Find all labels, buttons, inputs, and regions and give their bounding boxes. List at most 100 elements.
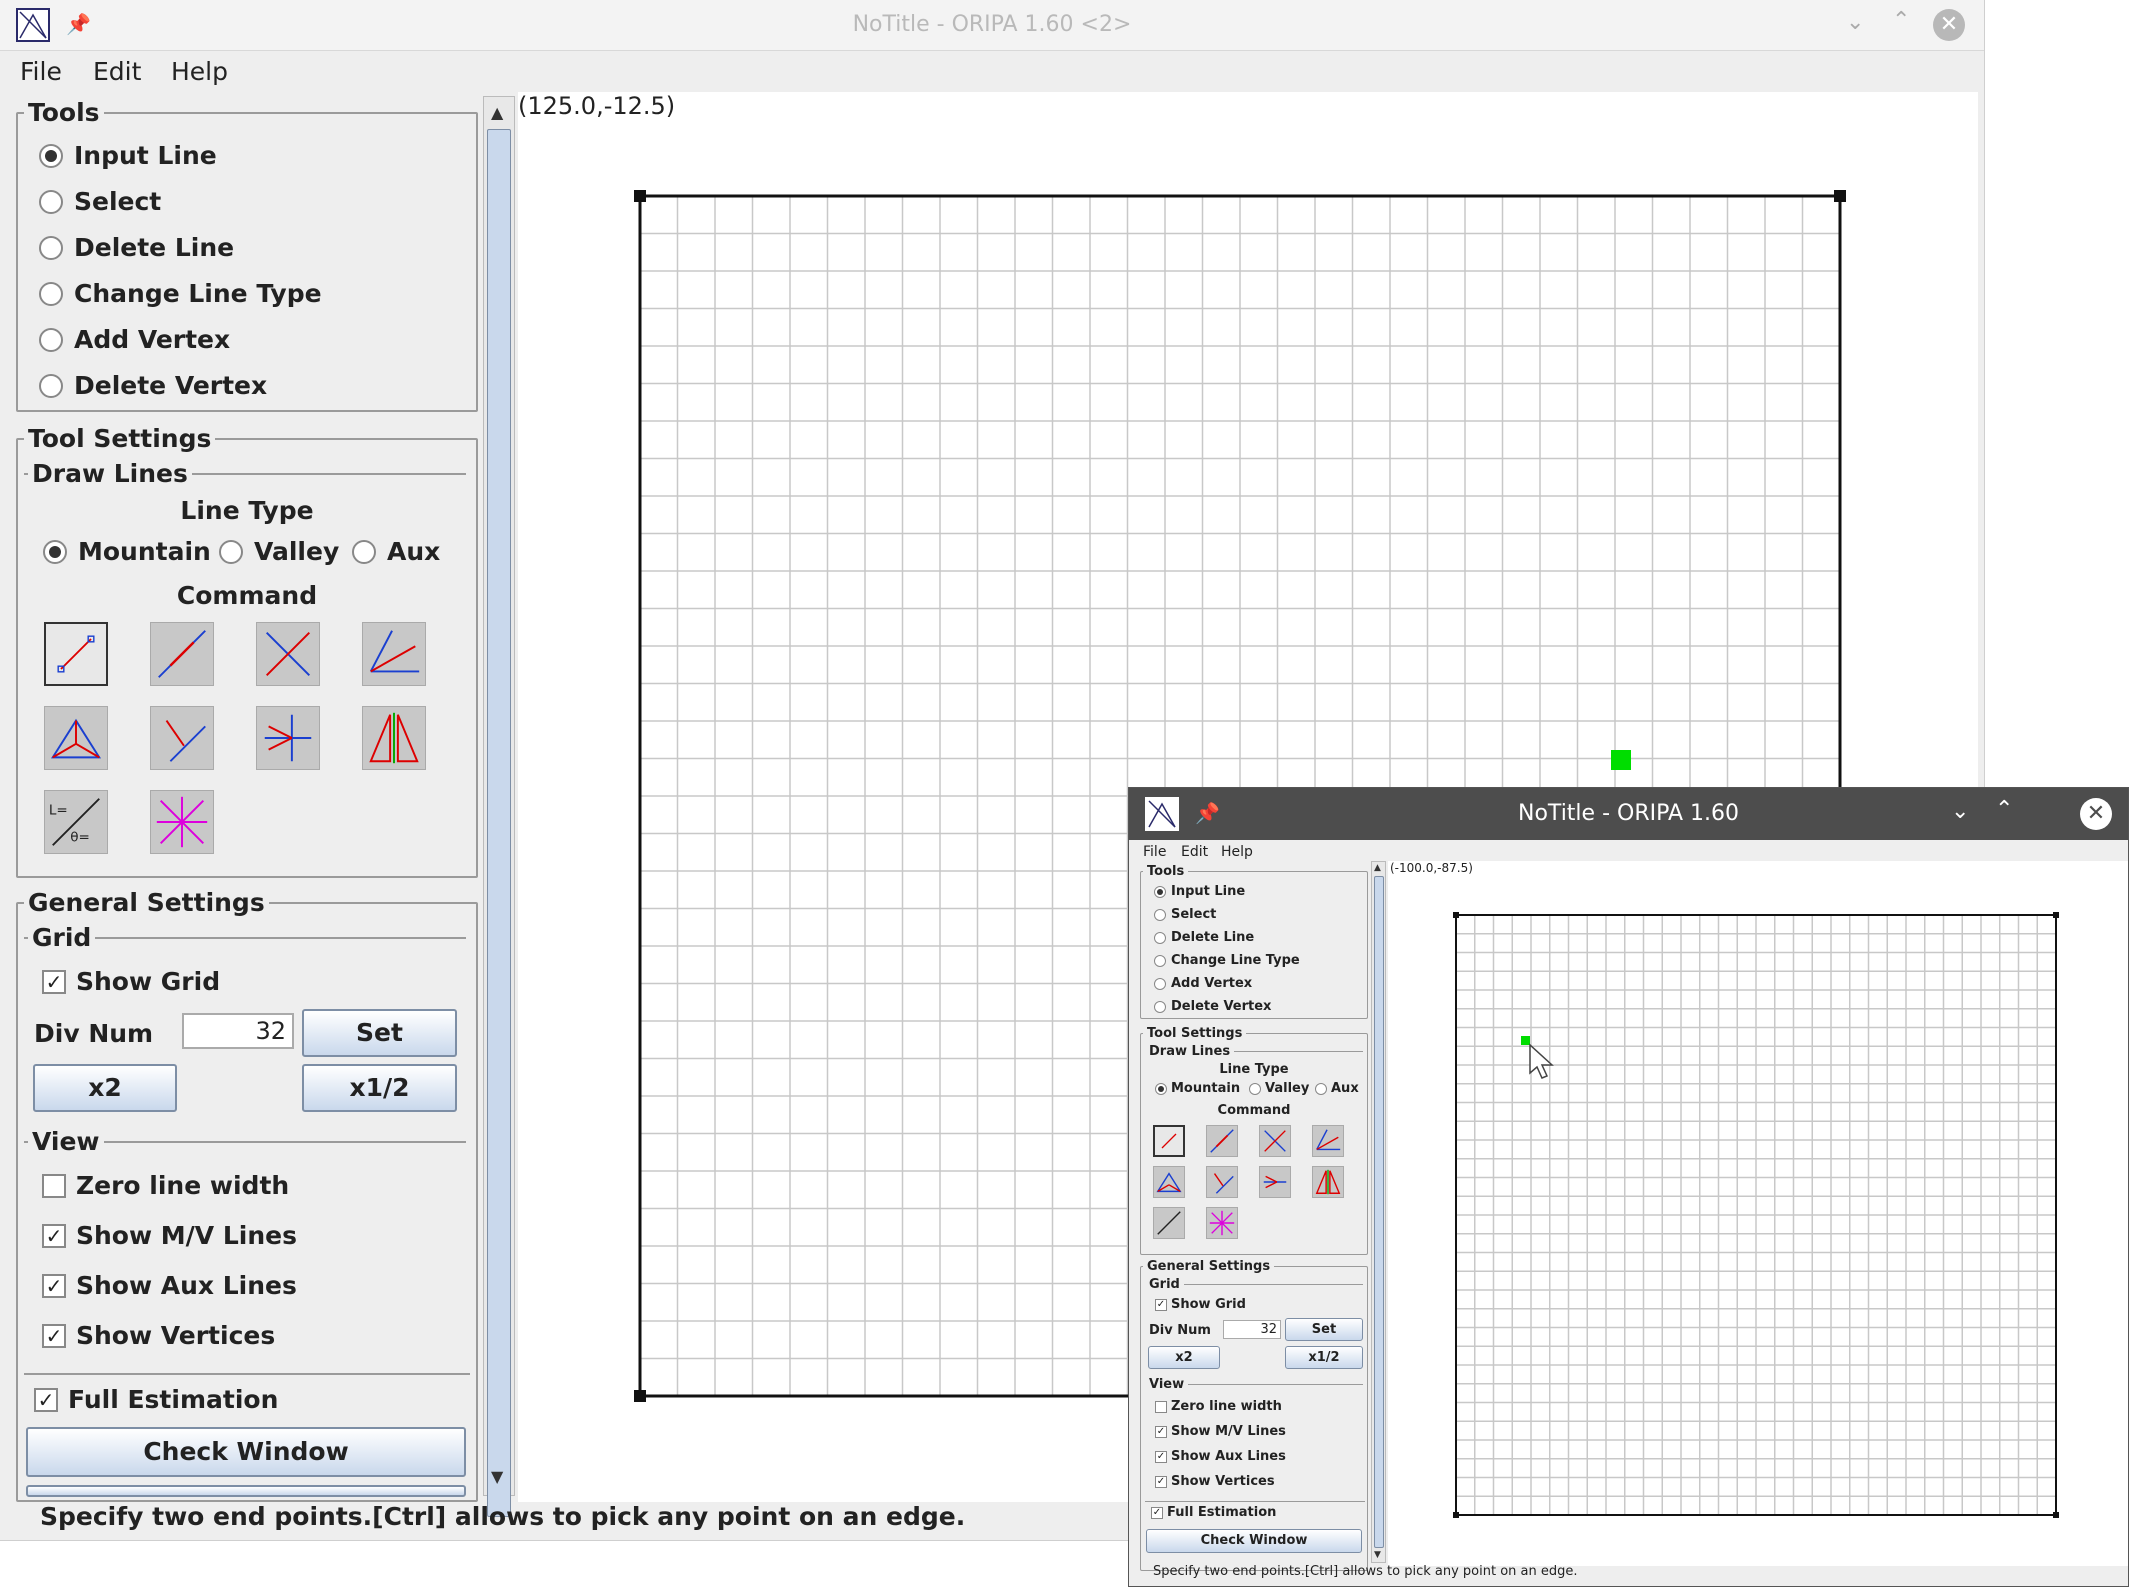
radio-delete-line[interactable]	[39, 236, 63, 260]
menu-file[interactable]: File	[20, 57, 62, 86]
radio-input-line-small[interactable]	[1154, 886, 1166, 898]
symmetric-line-button-small[interactable]	[1259, 1166, 1291, 1198]
radio-aux[interactable]	[352, 540, 376, 564]
menu-help-small[interactable]: Help	[1221, 844, 1253, 860]
show-mv-lines-checkbox-small[interactable]: ✓	[1155, 1426, 1167, 1438]
scroll-up-icon-small[interactable]: ▲	[1374, 863, 1381, 873]
x2-button[interactable]: x2	[33, 1064, 177, 1112]
length-angle-button[interactable]: L= θ=	[44, 790, 108, 854]
menu-edit-small[interactable]: Edit	[1181, 844, 1208, 860]
perpendicular-button-small[interactable]	[1206, 1166, 1238, 1198]
radio-input-line[interactable]	[39, 144, 63, 168]
full-estimation-checkbox[interactable]: ✓	[34, 1388, 58, 1412]
mirror-copy-button[interactable]	[362, 706, 426, 770]
label-mountain-small[interactable]: Mountain	[1171, 1081, 1240, 1096]
perpendicular-bisector-button-small[interactable]	[1259, 1125, 1291, 1157]
minimize-icon-small[interactable]: ⌄	[1951, 799, 1969, 824]
radio-add-vertex-small[interactable]	[1154, 978, 1166, 990]
x2-button-small[interactable]: x2	[1148, 1346, 1220, 1369]
check-window-button-small[interactable]: Check Window	[1146, 1529, 1362, 1553]
div-num-input[interactable]: 32	[182, 1013, 294, 1049]
label-mountain[interactable]: Mountain	[78, 537, 211, 566]
scroll-up-icon[interactable]: ▲	[491, 103, 503, 122]
zero-line-width-checkbox-small[interactable]	[1155, 1401, 1167, 1413]
show-grid-label-small[interactable]: Show Grid	[1171, 1297, 1246, 1312]
label-aux-small[interactable]: Aux	[1331, 1081, 1359, 1096]
show-mv-lines-checkbox[interactable]: ✓	[42, 1224, 66, 1248]
radio-delete-line-small[interactable]	[1154, 932, 1166, 944]
show-aux-lines-checkbox[interactable]: ✓	[42, 1274, 66, 1298]
show-vertices-label-small[interactable]: Show Vertices	[1171, 1474, 1275, 1489]
radial-lines-button-small[interactable]	[1206, 1207, 1238, 1239]
radio-mountain[interactable]	[43, 540, 67, 564]
full-estimation-label[interactable]: Full Estimation	[68, 1385, 278, 1414]
maximize-icon-small[interactable]: ⌃	[1995, 797, 2013, 822]
half-button[interactable]: x1/2	[302, 1064, 457, 1112]
radio-delete-vertex-small[interactable]	[1154, 1001, 1166, 1013]
main-title-bar[interactable]: 📌 NoTitle - ORIPA 1.60 <2> ⌄ ⌃ ✕	[0, 0, 1984, 51]
zero-line-width-label-small[interactable]: Zero line width	[1171, 1399, 1282, 1414]
scroll-thumb[interactable]	[487, 129, 511, 1517]
symmetric-line-button[interactable]	[256, 706, 320, 770]
close-icon[interactable]: ✕	[1933, 9, 1965, 41]
show-vertices-checkbox-small[interactable]: ✓	[1155, 1476, 1167, 1488]
zero-line-width-label[interactable]: Zero line width	[76, 1171, 289, 1200]
perpendicular-bisector-button[interactable]	[256, 622, 320, 686]
mirror-copy-button-small[interactable]	[1312, 1166, 1344, 1198]
minimize-icon[interactable]: ⌄	[1846, 10, 1864, 35]
radio-select-small[interactable]	[1154, 909, 1166, 921]
div-num-input-small[interactable]: 32	[1223, 1320, 1281, 1339]
incenter-button-small[interactable]	[1153, 1166, 1185, 1198]
label-input-line[interactable]: Input Line	[74, 141, 217, 170]
label-change-line-type[interactable]: Change Line Type	[74, 279, 322, 308]
radio-change-line-type-small[interactable]	[1154, 955, 1166, 967]
radio-delete-vertex[interactable]	[39, 374, 63, 398]
show-grid-label[interactable]: Show Grid	[76, 967, 220, 996]
label-aux[interactable]: Aux	[387, 537, 440, 566]
panel-button-partial[interactable]	[26, 1485, 466, 1497]
radio-mountain-small[interactable]	[1155, 1083, 1167, 1095]
angle-bisector-button[interactable]	[362, 622, 426, 686]
label-delete-line[interactable]: Delete Line	[74, 233, 234, 262]
show-vertices-checkbox[interactable]: ✓	[42, 1324, 66, 1348]
radio-select[interactable]	[39, 190, 63, 214]
radial-lines-button[interactable]	[150, 790, 214, 854]
show-aux-lines-label[interactable]: Show Aux Lines	[76, 1271, 297, 1300]
scroll-down-icon-small[interactable]: ▼	[1374, 1550, 1381, 1560]
secondary-title-bar[interactable]: 📌 NoTitle - ORIPA 1.60 ⌄ ⌃ ✕	[1129, 788, 2128, 840]
show-mv-lines-label[interactable]: Show M/V Lines	[76, 1221, 297, 1250]
label-change-line-type-small[interactable]: Change Line Type	[1171, 953, 1300, 968]
label-select-small[interactable]: Select	[1171, 907, 1216, 922]
show-grid-checkbox[interactable]: ✓	[42, 970, 66, 994]
perpendicular-button[interactable]	[150, 706, 214, 770]
full-estimation-checkbox-small[interactable]: ✓	[1151, 1507, 1163, 1519]
label-delete-vertex-small[interactable]: Delete Vertex	[1171, 999, 1271, 1014]
label-delete-vertex[interactable]: Delete Vertex	[74, 371, 267, 400]
show-mv-lines-label-small[interactable]: Show M/V Lines	[1171, 1424, 1286, 1439]
zero-line-width-checkbox[interactable]	[42, 1174, 66, 1198]
two-point-line-button-small[interactable]	[1153, 1125, 1185, 1157]
scroll-down-icon[interactable]: ▼	[491, 1467, 503, 1486]
check-window-button[interactable]: Check Window	[26, 1427, 466, 1477]
scroll-thumb-small[interactable]	[1374, 876, 1384, 1548]
segment-on-line-button[interactable]	[150, 622, 214, 686]
show-vertices-label[interactable]: Show Vertices	[76, 1321, 275, 1350]
label-add-vertex-small[interactable]: Add Vertex	[1171, 976, 1252, 991]
incenter-button[interactable]	[44, 706, 108, 770]
menu-file-small[interactable]: File	[1143, 844, 1166, 860]
show-grid-checkbox-small[interactable]: ✓	[1155, 1299, 1167, 1311]
set-button[interactable]: Set	[302, 1009, 457, 1057]
show-aux-lines-label-small[interactable]: Show Aux Lines	[1171, 1449, 1286, 1464]
menu-edit[interactable]: Edit	[93, 57, 141, 86]
length-angle-button-small[interactable]	[1153, 1207, 1185, 1239]
label-delete-line-small[interactable]: Delete Line	[1171, 930, 1254, 945]
segment-on-line-button-small[interactable]	[1206, 1125, 1238, 1157]
full-estimation-label-small[interactable]: Full Estimation	[1167, 1505, 1276, 1520]
label-valley[interactable]: Valley	[254, 537, 339, 566]
radio-add-vertex[interactable]	[39, 328, 63, 352]
show-aux-lines-checkbox-small[interactable]: ✓	[1155, 1451, 1167, 1463]
panel-scrollbar[interactable]: ▲ ▼	[483, 96, 515, 1517]
radio-change-line-type[interactable]	[39, 282, 63, 306]
two-point-line-button[interactable]	[44, 622, 108, 686]
set-button-small[interactable]: Set	[1285, 1318, 1363, 1341]
